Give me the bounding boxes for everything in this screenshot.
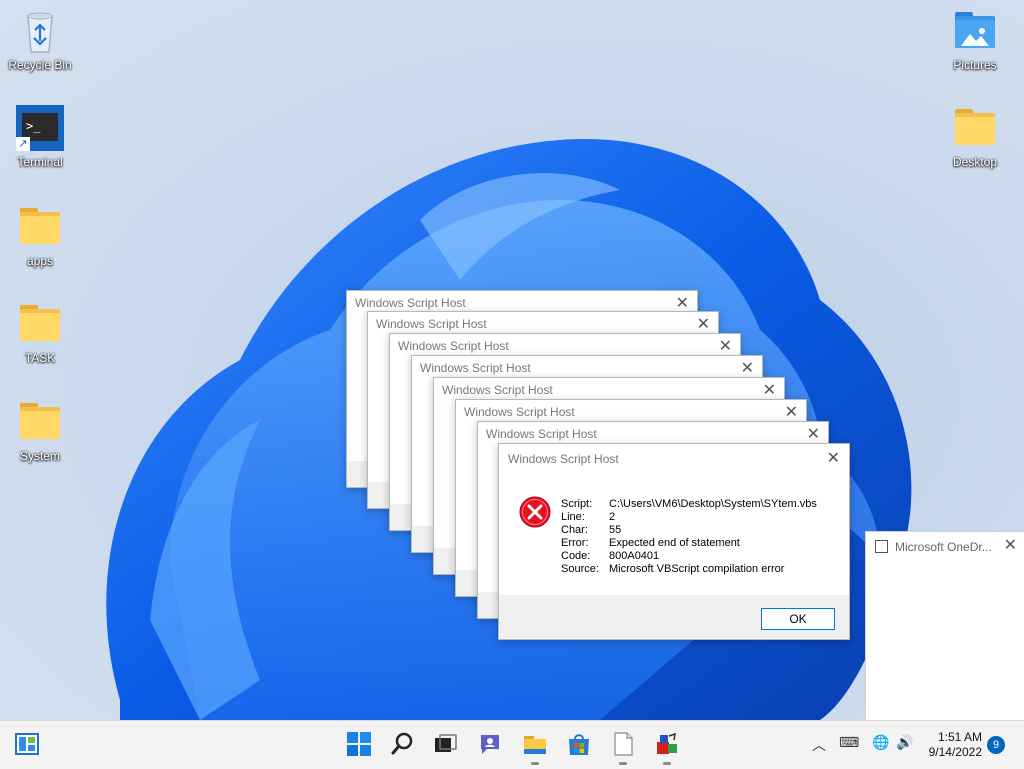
volume-icon[interactable]: 🔊 — [896, 735, 913, 751]
notification-badge[interactable]: 9 — [987, 736, 1005, 754]
close-icon[interactable]: ✕ — [697, 314, 710, 333]
system-label: System — [19, 449, 60, 463]
dialog-title: Windows Script Host — [486, 427, 597, 441]
line-number: 2 — [609, 511, 616, 523]
folder-icon — [16, 301, 64, 349]
search-icon[interactable] — [390, 731, 416, 757]
field-row-char: Char: 55 — [561, 524, 622, 536]
widgets-icon[interactable] — [15, 733, 39, 755]
script-path: C:\Users\VM6\Desktop\System\SYtem.vbs — [609, 498, 817, 510]
close-icon[interactable]: ✕ — [676, 293, 689, 312]
close-icon[interactable]: ✕ — [785, 402, 798, 421]
system-folder-icon[interactable]: System — [2, 399, 78, 463]
recycle-bin-label: Recycle Bin — [8, 58, 72, 72]
close-icon[interactable]: ✕ — [807, 424, 820, 443]
keyboard-icon[interactable]: ⌨ — [839, 735, 859, 751]
close-icon[interactable]: ✕ — [741, 358, 754, 377]
apps-folder-icon[interactable]: apps — [2, 204, 78, 268]
notepad-icon[interactable] — [610, 731, 636, 765]
dialog-title: Windows Script Host — [355, 296, 466, 310]
pictures-icon — [951, 8, 999, 56]
field-row-script: Script: C:\Users\VM6\Desktop\System\SYtem… — [561, 498, 817, 510]
terminal-icon: >_ ↗ — [16, 105, 64, 153]
script-app-icon[interactable] — [654, 731, 680, 765]
close-icon[interactable]: ✕ — [719, 336, 732, 355]
close-icon[interactable]: ✕ — [763, 380, 776, 399]
dialog-title: Windows Script Host — [420, 361, 531, 375]
error-details: Script: C:\Users\VM6\Desktop\System\SYtem… — [561, 498, 817, 576]
dialog-title: Windows Script Host — [398, 339, 509, 353]
store-icon[interactable] — [566, 731, 592, 757]
desktop-label: Desktop — [952, 155, 998, 169]
onedrive-window[interactable]: Microsoft OneDr... ✕ — [865, 531, 1024, 722]
error-message: Expected end of statement — [609, 537, 740, 549]
recycle-bin-desktop-icon[interactable]: Recycle Bin — [2, 8, 78, 72]
dialog-title: Windows Script Host — [376, 317, 487, 331]
network-globe-icon[interactable]: 🌐 — [872, 735, 889, 751]
task-folder-icon[interactable]: TASK — [2, 301, 78, 365]
app-window-icon — [875, 540, 888, 553]
dialog-title: Windows Script Host — [508, 452, 619, 466]
folder-icon — [951, 105, 999, 153]
dialog-title: Windows Script Host — [464, 405, 575, 419]
field-row-line: Line: 2 — [561, 511, 616, 523]
chat-icon[interactable] — [477, 731, 503, 757]
ok-button[interactable]: OK — [761, 608, 835, 630]
close-icon[interactable]: ✕ — [827, 448, 840, 467]
field-row-error: Error: Expected end of statement — [561, 537, 740, 549]
apps-label: apps — [26, 254, 54, 268]
desktop-folder-icon[interactable]: Desktop — [937, 105, 1013, 169]
show-hidden-icons-chevron-icon[interactable]: ︿ — [812, 735, 826, 755]
folder-icon — [16, 204, 64, 252]
terminal-label: Terminal — [17, 155, 63, 169]
error-code: 800A0401 — [609, 550, 660, 562]
field-row-code: Code: 800A0401 — [561, 550, 660, 562]
task-view-icon[interactable] — [432, 731, 458, 757]
field-row-source: Source: Microsoft VBScript compilation er… — [561, 563, 785, 575]
clock[interactable]: 1:51 AM 9/14/2022 — [922, 730, 982, 760]
clock-time: 1:51 AM — [937, 730, 982, 744]
script-error-dialog[interactable]: Windows Script Host ✕ Script: C:\Users\VM… — [498, 443, 850, 640]
pictures-folder-icon[interactable]: Pictures — [937, 8, 1013, 72]
task-label: TASK — [24, 351, 56, 365]
recycle-bin-icon — [16, 8, 64, 56]
error-source: Microsoft VBScript compilation error — [609, 563, 785, 575]
pictures-label: Pictures — [953, 58, 997, 72]
dialog-footer: OK — [499, 595, 849, 639]
dialog-title: Windows Script Host — [442, 383, 553, 397]
onedrive-title: Microsoft OneDr... — [895, 540, 992, 554]
folder-icon — [16, 399, 64, 447]
close-icon[interactable]: ✕ — [1004, 535, 1017, 554]
terminal-desktop-icon[interactable]: >_ ↗ Terminal — [2, 105, 78, 169]
clock-date: 9/14/2022 — [928, 745, 982, 759]
char-number: 55 — [609, 524, 622, 536]
error-icon — [519, 496, 551, 528]
taskbar: ︿ ⌨ 🌐 🔊 1:51 AM 9/14/2022 9 — [0, 720, 1024, 769]
start-icon[interactable] — [346, 731, 372, 757]
file-explorer-icon[interactable] — [522, 731, 548, 765]
